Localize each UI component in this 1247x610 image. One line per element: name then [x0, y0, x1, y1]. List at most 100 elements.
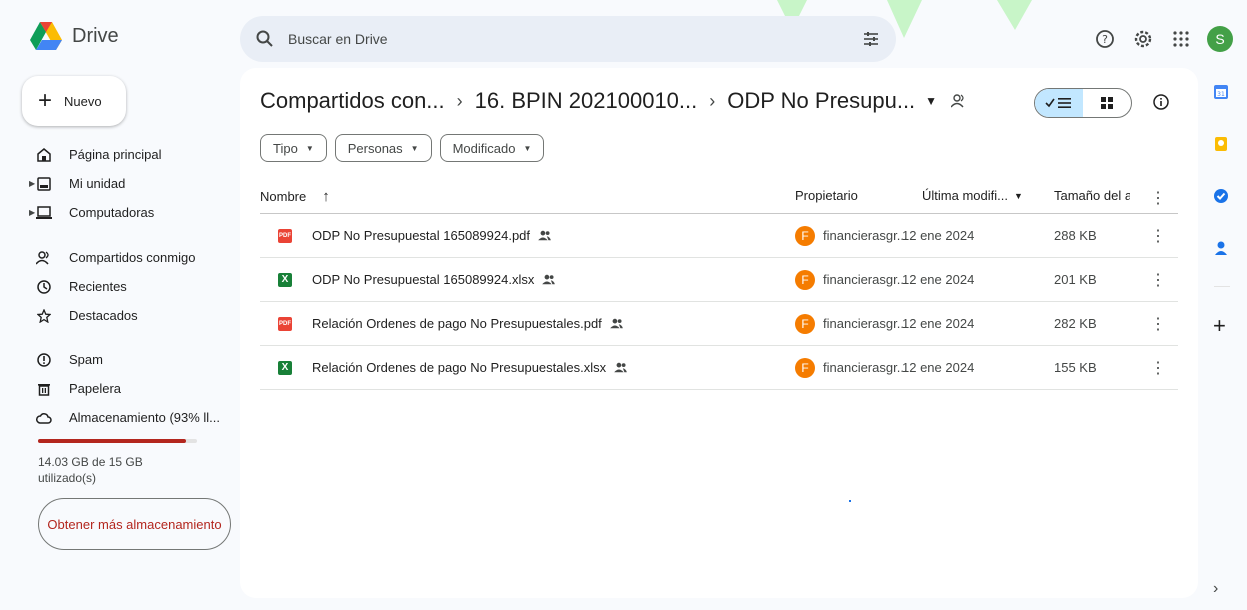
file-name-cell[interactable]: PDF ODP No Presupuestal 165089924.pdf	[278, 214, 551, 257]
chevron-right-icon[interactable]: ›	[1213, 580, 1229, 597]
file-name-cell[interactable]: X ODP No Presupuestal 165089924.xlsx	[278, 258, 556, 301]
keep-icon[interactable]	[1213, 136, 1229, 152]
sidebar-item-home[interactable]: Página principal	[0, 140, 240, 169]
column-header-name[interactable]: Nombre ↑	[260, 188, 330, 205]
more-vert-icon[interactable]: ⋮	[1150, 258, 1166, 301]
caret-down-icon[interactable]: ▼	[925, 94, 937, 108]
table-header: Nombre ↑ Propietario Última modifi... ▼ …	[260, 180, 1178, 214]
new-button[interactable]: + Nuevo	[22, 76, 126, 126]
get-more-storage-button[interactable]: Obtener más almacenamiento	[38, 498, 231, 550]
file-name-cell[interactable]: X Relación Ordenes de pago No Presupuesta…	[278, 346, 627, 389]
modified-cell: 12 ene 2024	[902, 360, 975, 375]
shared-users-icon	[538, 230, 551, 241]
sidebar-item-storage[interactable]: Almacenamiento (93% ll...	[0, 403, 240, 432]
sidebar-item-computers[interactable]: ▶ Computadoras	[0, 198, 240, 227]
drive-icon	[36, 176, 52, 192]
settings-icon[interactable]	[1131, 27, 1155, 51]
home-icon	[36, 147, 52, 163]
filter-label: Modificado	[452, 140, 516, 156]
owner-name: financierasgr...	[823, 228, 908, 243]
info-icon[interactable]	[1152, 93, 1170, 116]
table-row[interactable]: PDF ODP No Presupuestal 165089924.pdf Ffin…	[260, 214, 1178, 258]
top-bar: Drive ? S	[0, 0, 1247, 68]
drive-logo[interactable]: Drive	[30, 22, 119, 50]
pdf-file-icon: PDF	[278, 316, 292, 331]
breadcrumb-item-current[interactable]: ODP No Presupu...	[727, 88, 915, 114]
grid-view-button[interactable]	[1083, 89, 1131, 117]
add-addon-plus-icon[interactable]: +	[1213, 315, 1229, 337]
owner-cell: Ffinancierasgr...	[795, 258, 908, 301]
rail-divider	[1214, 286, 1230, 287]
sidebar-item-label: Destacados	[69, 308, 138, 323]
star-icon	[36, 308, 52, 324]
column-header-owner[interactable]: Propietario	[795, 188, 858, 203]
file-name[interactable]: ODP No Presupuestal 165089924.xlsx	[312, 272, 534, 287]
column-header-label: Última modifi...	[922, 188, 1008, 203]
owner-cell: Ffinancierasgr...	[795, 214, 908, 257]
help-icon[interactable]: ?	[1093, 27, 1117, 51]
more-vert-icon[interactable]: ⋮	[1150, 302, 1166, 345]
sort-arrow-up-icon[interactable]: ↑	[322, 188, 330, 205]
more-vert-icon[interactable]: ⋮	[1150, 346, 1166, 389]
search-bar[interactable]	[240, 16, 896, 62]
shared-folder-icon	[950, 88, 967, 114]
excel-file-icon: X	[278, 360, 292, 375]
sidebar-item-starred[interactable]: Destacados	[0, 301, 240, 330]
file-name[interactable]: ODP No Presupuestal 165089924.pdf	[312, 228, 530, 243]
sidebar-item-my-drive[interactable]: ▶ Mi unidad	[0, 169, 240, 198]
chevron-right-icon: ›	[456, 90, 463, 111]
owner-avatar[interactable]: F	[795, 269, 815, 290]
list-view-button[interactable]	[1035, 89, 1083, 117]
apps-grid-icon[interactable]	[1169, 27, 1193, 51]
more-vert-icon[interactable]: ⋮	[1150, 188, 1166, 208]
size-cell: 201 KB	[1054, 272, 1097, 287]
owner-avatar[interactable]: F	[795, 357, 815, 378]
caret-down-icon: ▼	[1013, 190, 1023, 201]
shared-users-icon	[542, 274, 556, 285]
caret-down-icon: ▼	[305, 143, 314, 153]
filter-label: Tipo	[273, 140, 298, 156]
breadcrumb-item-folder[interactable]: 16. BPIN 202100010...	[475, 88, 698, 114]
owner-name: financierasgr...	[823, 360, 908, 375]
table-row[interactable]: X Relación Ordenes de pago No Presupuesta…	[260, 346, 1178, 390]
sidebar-item-shared[interactable]: Compartidos conmigo	[0, 243, 240, 272]
expand-caret-icon[interactable]: ▶	[29, 179, 35, 188]
table-row[interactable]: X ODP No Presupuestal 165089924.xlsx Ffina…	[260, 258, 1178, 302]
search-icon[interactable]	[256, 30, 274, 48]
account-avatar[interactable]: S	[1207, 26, 1233, 52]
caret-down-icon: ▼	[523, 143, 532, 153]
calendar-icon[interactable]: 31	[1213, 84, 1229, 100]
view-toggle	[1034, 88, 1132, 118]
owner-avatar[interactable]: F	[795, 225, 815, 246]
sidebar-item-label: Página principal	[69, 147, 162, 162]
nav-group-storage: Spam Papelera Almacenamiento (93% ll...	[0, 345, 240, 432]
search-options-icon[interactable]	[862, 30, 880, 48]
sidebar-item-trash[interactable]: Papelera	[0, 374, 240, 403]
modified-cell: 12 ene 2024	[902, 272, 975, 287]
size-cell: 282 KB	[1054, 316, 1097, 331]
filter-type[interactable]: Tipo ▼	[260, 134, 327, 162]
plus-icon: +	[38, 87, 53, 114]
owner-avatar[interactable]: F	[795, 313, 815, 334]
sidebar-item-spam[interactable]: Spam	[0, 345, 240, 374]
trash-icon	[36, 381, 52, 397]
spam-icon	[36, 352, 52, 368]
excel-file-icon: X	[278, 272, 292, 287]
filter-modified[interactable]: Modificado ▼	[439, 134, 545, 162]
file-name[interactable]: Relación Ordenes de pago No Presupuestal…	[312, 360, 606, 375]
tasks-icon[interactable]	[1213, 188, 1229, 204]
file-name[interactable]: Relación Ordenes de pago No Presupuestal…	[312, 316, 602, 331]
expand-caret-icon[interactable]: ▶	[29, 208, 35, 217]
sidebar-item-recent[interactable]: Recientes	[0, 272, 240, 301]
table-row[interactable]: PDF Relación Ordenes de pago No Presupues…	[260, 302, 1178, 346]
contacts-icon[interactable]	[1213, 240, 1229, 256]
file-name-cell[interactable]: PDF Relación Ordenes de pago No Presupues…	[278, 302, 623, 345]
svg-text:?: ?	[1102, 33, 1108, 46]
search-input[interactable]	[288, 31, 862, 47]
column-header-size[interactable]: Tamaño del a	[1054, 188, 1130, 203]
more-vert-icon[interactable]: ⋮	[1150, 214, 1166, 257]
shared-users-icon	[614, 362, 627, 373]
breadcrumb-item-shared[interactable]: Compartidos con...	[260, 88, 445, 114]
column-header-modified[interactable]: Última modifi... ▼	[922, 188, 1023, 203]
filter-people[interactable]: Personas ▼	[334, 134, 432, 162]
